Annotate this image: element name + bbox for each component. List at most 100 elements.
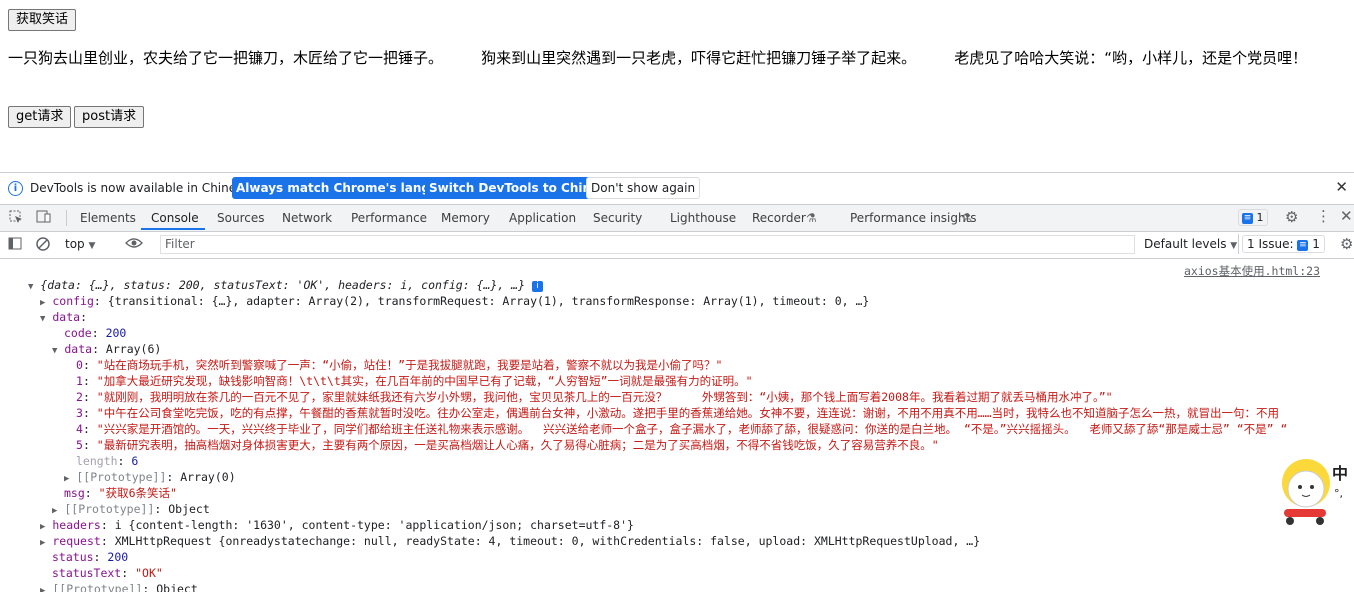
info-icon: i xyxy=(531,281,543,292)
page-content: 获取笑话 一只狗去山里创业，农夫给了它一把镰刀，木匠给了它一把锤子。 狗来到山里… xyxy=(0,0,1354,172)
log-summary-row[interactable]: ▼ {data: {…}, status: 200, statusText: '… xyxy=(28,277,543,293)
collapsed-triangle-icon: ▶ xyxy=(52,506,58,516)
sidebar-toggle-icon[interactable] xyxy=(8,237,22,254)
status-text-value: "OK" xyxy=(135,566,163,580)
request-value: XMLHttpRequest {onreadystatechange: null… xyxy=(114,534,981,548)
log-levels-dropdown[interactable]: Default levels ▼ xyxy=(1144,237,1237,251)
tab-performance[interactable]: Performance xyxy=(351,211,427,225)
tab-recorder[interactable]: Recorder xyxy=(752,211,806,225)
headers-row[interactable]: ▶ headers: i {content-length: '1630', co… xyxy=(40,517,634,533)
expanded-triangle-icon: ▼ xyxy=(40,314,46,324)
log-summary: {data: {…}, status: 200, statusText: 'OK… xyxy=(40,278,526,292)
get-request-button[interactable]: get请求 xyxy=(8,106,72,128)
array-item: 1: "加拿大最近研究发现，缺钱影响智商！\t\t\t其实，在几百年前的中国早已… xyxy=(76,374,753,388)
root-prototype-row[interactable]: ▶ [[Prototype]]: Object xyxy=(40,581,198,592)
eye-icon[interactable] xyxy=(125,236,143,254)
infobar-message: DevTools is now available in Chinese! xyxy=(30,181,255,195)
message-icon: ≡ xyxy=(1297,240,1309,251)
console-output: axios基本使用.html:23 ▼ {data: {…}, status: … xyxy=(0,259,1354,592)
device-toolbar-icon[interactable] xyxy=(36,210,52,228)
language-infobar: i DevTools is now available in Chinese! … xyxy=(0,173,1354,205)
array-item: 2: "就刚刚，我明明放在茶几的一百元不见了，家里就妹纸我还有六岁小外甥，我问他… xyxy=(76,390,1113,404)
tab-sources[interactable]: Sources xyxy=(217,211,264,225)
array-item-value: "就刚刚，我明明放在茶几的一百元不见了，家里就妹纸我还有六岁小外甥，我问他，宝贝… xyxy=(96,390,1113,404)
data-row[interactable]: ▼ data: xyxy=(40,309,87,325)
close-icon[interactable]: ✕ xyxy=(1335,178,1348,196)
request-row[interactable]: ▶ request: XMLHttpRequest {onreadystatec… xyxy=(40,533,980,549)
array-item: 3: "中午在公司食堂吃完饭，吃的有点撑，午餐酣的香蕉就暂时没吃。往办公室走，偶… xyxy=(76,406,1280,420)
chevron-down-icon: ▼ xyxy=(88,241,96,251)
context-label: top xyxy=(65,237,85,251)
collapsed-triangle-icon: ▶ xyxy=(40,522,46,532)
issues-counter-button[interactable]: 1 Issue: ≡ 1 xyxy=(1242,235,1325,253)
issues-badge-count: 1 xyxy=(1256,211,1264,224)
array-item-value: "最新研究表明，抽高档烟对身体损害更大，主要有两个原因，一是买高档烟让人心痛，久… xyxy=(96,438,939,452)
experiment-flask-icon: ⚗ xyxy=(961,211,972,225)
mascot-decoration: 中 °, xyxy=(1276,453,1354,527)
info-icon: i xyxy=(8,181,23,196)
expanded-triangle-icon: ▼ xyxy=(28,282,34,292)
log-levels-label: Default levels xyxy=(1144,237,1227,251)
close-devtools-icon[interactable]: ✕ xyxy=(1340,207,1353,225)
console-settings-gear-icon[interactable]: ⚙ xyxy=(1340,235,1353,253)
message-icon: ≡ xyxy=(1242,213,1253,224)
more-options-icon[interactable]: ⋮ xyxy=(1316,207,1331,225)
context-selector[interactable]: top ▼ xyxy=(65,237,95,251)
chevron-down-icon: ▼ xyxy=(1230,241,1238,251)
console-toolbar: top ▼ Filter Default levels ▼ 1 Issue: ≡… xyxy=(0,232,1354,259)
collapsed-triangle-icon: ▶ xyxy=(40,586,46,592)
issues-label: 1 Issue: xyxy=(1247,237,1294,251)
tab-network[interactable]: Network xyxy=(282,211,332,225)
svg-text:中: 中 xyxy=(1332,464,1348,483)
prototype-value: Array(0) xyxy=(180,470,236,484)
collapsed-triangle-icon: ▶ xyxy=(40,538,46,548)
devtools-tabbar: Elements Console Sources Network Performance… xyxy=(0,205,1354,232)
active-tab-indicator xyxy=(141,228,205,230)
issues-badge[interactable]: ≡ 1 xyxy=(1238,209,1268,226)
array-item: 4: "兴兴家是开酒馆的。一天，兴兴终于毕业了，同学们都给班主任送礼物来表示感谢… xyxy=(76,422,1288,436)
array-item: 5: "最新研究表明，抽高档烟对身体损害更大，主要有两个原因，一是买高档烟让人心… xyxy=(76,438,939,452)
array-prototype-row[interactable]: ▶ [[Prototype]]: Array(0) xyxy=(64,469,236,485)
tab-elements[interactable]: Elements xyxy=(80,211,136,225)
prototype-value: Object xyxy=(168,502,210,516)
tab-security[interactable]: Security xyxy=(593,211,642,225)
clear-console-icon[interactable] xyxy=(36,237,50,255)
headers-value: i {content-length: '1630', content-type:… xyxy=(114,518,634,532)
data-array-row[interactable]: ▼ data: Array(6) xyxy=(52,341,161,357)
status-value: 200 xyxy=(107,550,129,564)
config-row[interactable]: ▶ config: {transitional: {…}, adapter: A… xyxy=(40,293,869,309)
array-item-value: "站在商场玩手机，突然听到警察喊了一声：“小偷，站住！”于是我拔腿就跑，我要是站… xyxy=(96,358,723,372)
dont-show-again-button[interactable]: Don't show again xyxy=(586,177,701,199)
array-item-value: "加拿大最近研究发现，缺钱影响智商！\t\t\t其实，在几百年前的中国早已有了记… xyxy=(96,374,753,388)
filter-input[interactable]: Filter xyxy=(160,235,1135,254)
code-row: code: 200 xyxy=(64,326,127,340)
collapsed-triangle-icon: ▶ xyxy=(64,474,70,484)
status-text-row: statusText: "OK" xyxy=(52,566,163,580)
issues-count: 1 xyxy=(1312,237,1320,251)
get-joke-button[interactable]: 获取笑话 xyxy=(8,9,77,31)
devtools-panel: i DevTools is now available in Chinese! … xyxy=(0,172,1354,592)
tab-application[interactable]: Application xyxy=(509,211,576,225)
config-value: {transitional: {…}, adapter: Array(2), t… xyxy=(107,294,870,308)
msg-value: "获取6条笑话" xyxy=(98,486,177,500)
array-label: Array(6) xyxy=(105,342,162,356)
svg-text:°,: °, xyxy=(1334,487,1343,500)
array-item-value: "兴兴家是开酒馆的。一天，兴兴终于毕业了，同学们都给班主任送礼物来表示感谢。 兴… xyxy=(96,422,1288,436)
tab-performance-insights[interactable]: Performance insights xyxy=(850,211,977,225)
joke-text: 一只狗去山里创业，农夫给了它一把镰刀，木匠给了它一把锤子。 狗来到山里突然遇到一… xyxy=(8,49,1308,67)
experiment-flask-icon: ⚗ xyxy=(806,211,817,225)
settings-gear-icon[interactable]: ⚙ xyxy=(1285,208,1298,226)
status-row: status: 200 xyxy=(52,550,129,564)
tab-console[interactable]: Console xyxy=(151,211,199,225)
tab-lighthouse[interactable]: Lighthouse xyxy=(670,211,736,225)
array-item-value: "中午在公司食堂吃完饭，吃的有点撑，午餐酣的香蕉就暂时没吃。往办公室走，偶遇前台… xyxy=(96,406,1280,420)
code-value: 200 xyxy=(105,326,127,340)
data-prototype-row[interactable]: ▶ [[Prototype]]: Object xyxy=(52,501,210,517)
msg-row: msg: "获取6条笑话" xyxy=(64,486,177,500)
array-item: 0: "站在商场玩手机，突然听到警察喊了一声：“小偷，站住！”于是我拔腿就跑，我… xyxy=(76,358,723,372)
expanded-triangle-icon: ▼ xyxy=(52,346,58,356)
tab-memory[interactable]: Memory xyxy=(441,211,490,225)
inspect-element-icon[interactable] xyxy=(9,210,23,228)
source-link[interactable]: axios基本使用.html:23 xyxy=(1184,263,1320,279)
post-request-button[interactable]: post请求 xyxy=(74,106,145,128)
